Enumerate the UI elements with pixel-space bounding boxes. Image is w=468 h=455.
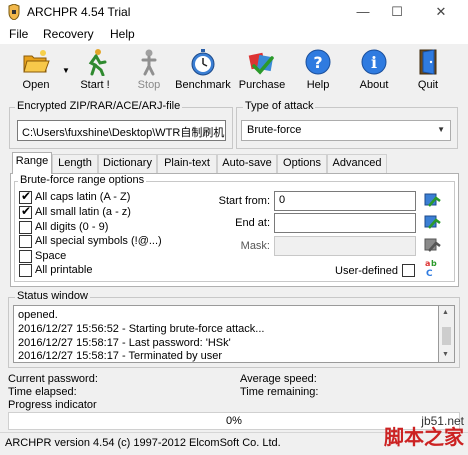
user-defined-label: User-defined (335, 265, 398, 277)
benchmark-label: Benchmark (175, 79, 231, 91)
checkbox-user-defined[interactable] (402, 264, 415, 277)
scroll-down-icon[interactable]: ▼ (442, 351, 449, 358)
attack-group-label: Type of attack (243, 100, 316, 112)
checkbox-printable[interactable] (19, 264, 32, 277)
close-button[interactable]: ✕ (426, 0, 456, 24)
file-path-input[interactable]: C:\Users\fuxshine\Desktop\WTR自制刷机 (17, 120, 226, 141)
mask-label: Mask: (240, 240, 270, 252)
mask-edit-icon[interactable] (424, 237, 442, 255)
menu-help[interactable]: Help (110, 27, 135, 41)
checkbox-space[interactable] (19, 250, 32, 263)
checkbox-printable-label: All printable (35, 264, 93, 276)
file-group-label: Encrypted ZIP/RAR/ACE/ARJ-file (15, 100, 183, 112)
minimize-button[interactable]: — (348, 0, 378, 24)
tab-length[interactable]: Length (52, 154, 98, 173)
status-line: 2016/12/27 15:56:52 - Starting brute-for… (18, 323, 265, 335)
stop-figure-icon (135, 48, 163, 76)
help-icon: ? (304, 48, 332, 76)
svg-text:a: a (425, 259, 430, 268)
stopwatch-icon (189, 48, 217, 76)
start-label: Start ! (80, 79, 110, 91)
range-group-label: Brute-force range options (18, 174, 147, 186)
start-from-label: Start from: (218, 195, 270, 207)
end-at-edit-icon[interactable] (424, 214, 442, 232)
scroll-up-icon[interactable]: ▲ (442, 309, 449, 316)
help-label: Help (306, 79, 330, 91)
exit-door-icon (414, 48, 442, 76)
time-elapsed-label: Time elapsed: (8, 386, 77, 398)
checkbox-caps-label: All caps latin (A - Z) (35, 191, 131, 203)
app-icon (6, 3, 22, 21)
open-dropdown-arrow-icon[interactable]: ▼ (62, 66, 70, 75)
scroll-thumb[interactable] (442, 327, 451, 345)
checkbox-special[interactable] (19, 235, 32, 248)
window-title: ARCHPR 4.54 Trial (27, 5, 131, 19)
purchase-label: Purchase (238, 79, 286, 91)
help-button[interactable]: ? Help (296, 46, 340, 94)
status-group-label: Status window (15, 290, 90, 302)
checkmark-icon: ✔ (21, 189, 32, 203)
watermark-line2: 脚本之家 (384, 427, 464, 449)
folder-open-icon (22, 48, 50, 76)
svg-text:C: C (426, 269, 433, 278)
status-log[interactable]: opened. 2016/12/27 15:56:52 - Starting b… (13, 305, 439, 363)
chevron-down-icon: ▼ (437, 125, 445, 134)
toolbar (0, 44, 468, 96)
menu-file[interactable]: File (9, 27, 28, 41)
tab-plain-text[interactable]: Plain-text (157, 154, 217, 173)
tab-advanced[interactable]: Advanced (327, 154, 387, 173)
checkbox-digits[interactable] (19, 221, 32, 234)
tab-range[interactable]: Range (12, 152, 52, 174)
stop-button[interactable]: Stop (127, 46, 171, 94)
status-bar-text: ARCHPR version 4.54 (c) 1997-2012 ElcomS… (5, 437, 281, 449)
checkbox-small[interactable]: ✔ (19, 204, 32, 219)
start-button[interactable]: Start ! (73, 46, 117, 94)
start-from-input[interactable]: 0 (274, 191, 416, 211)
checkbox-special-label: All special symbols (!@...) (35, 235, 162, 247)
watermark-line1: jb51.net (421, 414, 464, 428)
mask-input[interactable] (274, 236, 416, 256)
time-remaining-label: Time remaining: (240, 386, 319, 398)
maximize-button[interactable]: ☐ (382, 0, 412, 24)
tab-auto-save[interactable]: Auto-save (217, 154, 277, 173)
status-scrollbar[interactable]: ▲ ▼ (439, 305, 455, 363)
checkbox-caps[interactable]: ✔ (19, 189, 32, 204)
checkbox-space-label: Space (35, 250, 67, 262)
charset-abc-icon[interactable]: a b C (424, 258, 442, 279)
runner-icon (81, 48, 109, 77)
status-line: opened. (18, 309, 58, 321)
open-button[interactable]: Open (14, 46, 58, 94)
svg-text:i: i (371, 53, 377, 72)
checkbox-digits-label: All digits (0 - 9) (35, 221, 109, 233)
info-icon: i (360, 48, 388, 76)
tab-dictionary[interactable]: Dictionary (98, 154, 157, 173)
attack-type-select[interactable]: Brute-force ▼ (241, 120, 451, 141)
stop-label: Stop (137, 79, 161, 91)
checkmark-icon: ✔ (21, 204, 32, 218)
average-speed-label: Average speed: (240, 373, 317, 385)
svg-text:?: ? (313, 53, 322, 72)
status-line: 2016/12/27 15:58:17 - Last password: 'HS… (18, 337, 231, 349)
end-at-input[interactable] (274, 213, 416, 233)
open-label: Open (22, 79, 50, 91)
quit-label: Quit (417, 79, 439, 91)
purchase-button[interactable]: Purchase (236, 46, 288, 94)
current-password-label: Current password: (8, 373, 98, 385)
checkbox-small-label: All small latin (a - z) (35, 206, 131, 218)
about-label: About (359, 79, 389, 91)
start-from-edit-icon[interactable] (424, 192, 442, 210)
benchmark-button[interactable]: Benchmark (174, 46, 232, 94)
end-at-label: End at: (235, 217, 270, 229)
menu-recovery[interactable]: Recovery (43, 27, 94, 41)
quit-button[interactable]: Quit (406, 46, 450, 94)
about-button[interactable]: i About (352, 46, 396, 94)
progress-indicator-label: Progress indicator (8, 399, 97, 411)
watermark: jb51.net 脚本之家 (384, 414, 464, 448)
purchase-icon (248, 48, 276, 76)
status-line: 2016/12/27 15:58:17 - Terminated by user (18, 350, 223, 362)
tab-options[interactable]: Options (277, 154, 327, 173)
attack-type-value: Brute-force (247, 124, 302, 136)
svg-text:b: b (431, 259, 437, 268)
